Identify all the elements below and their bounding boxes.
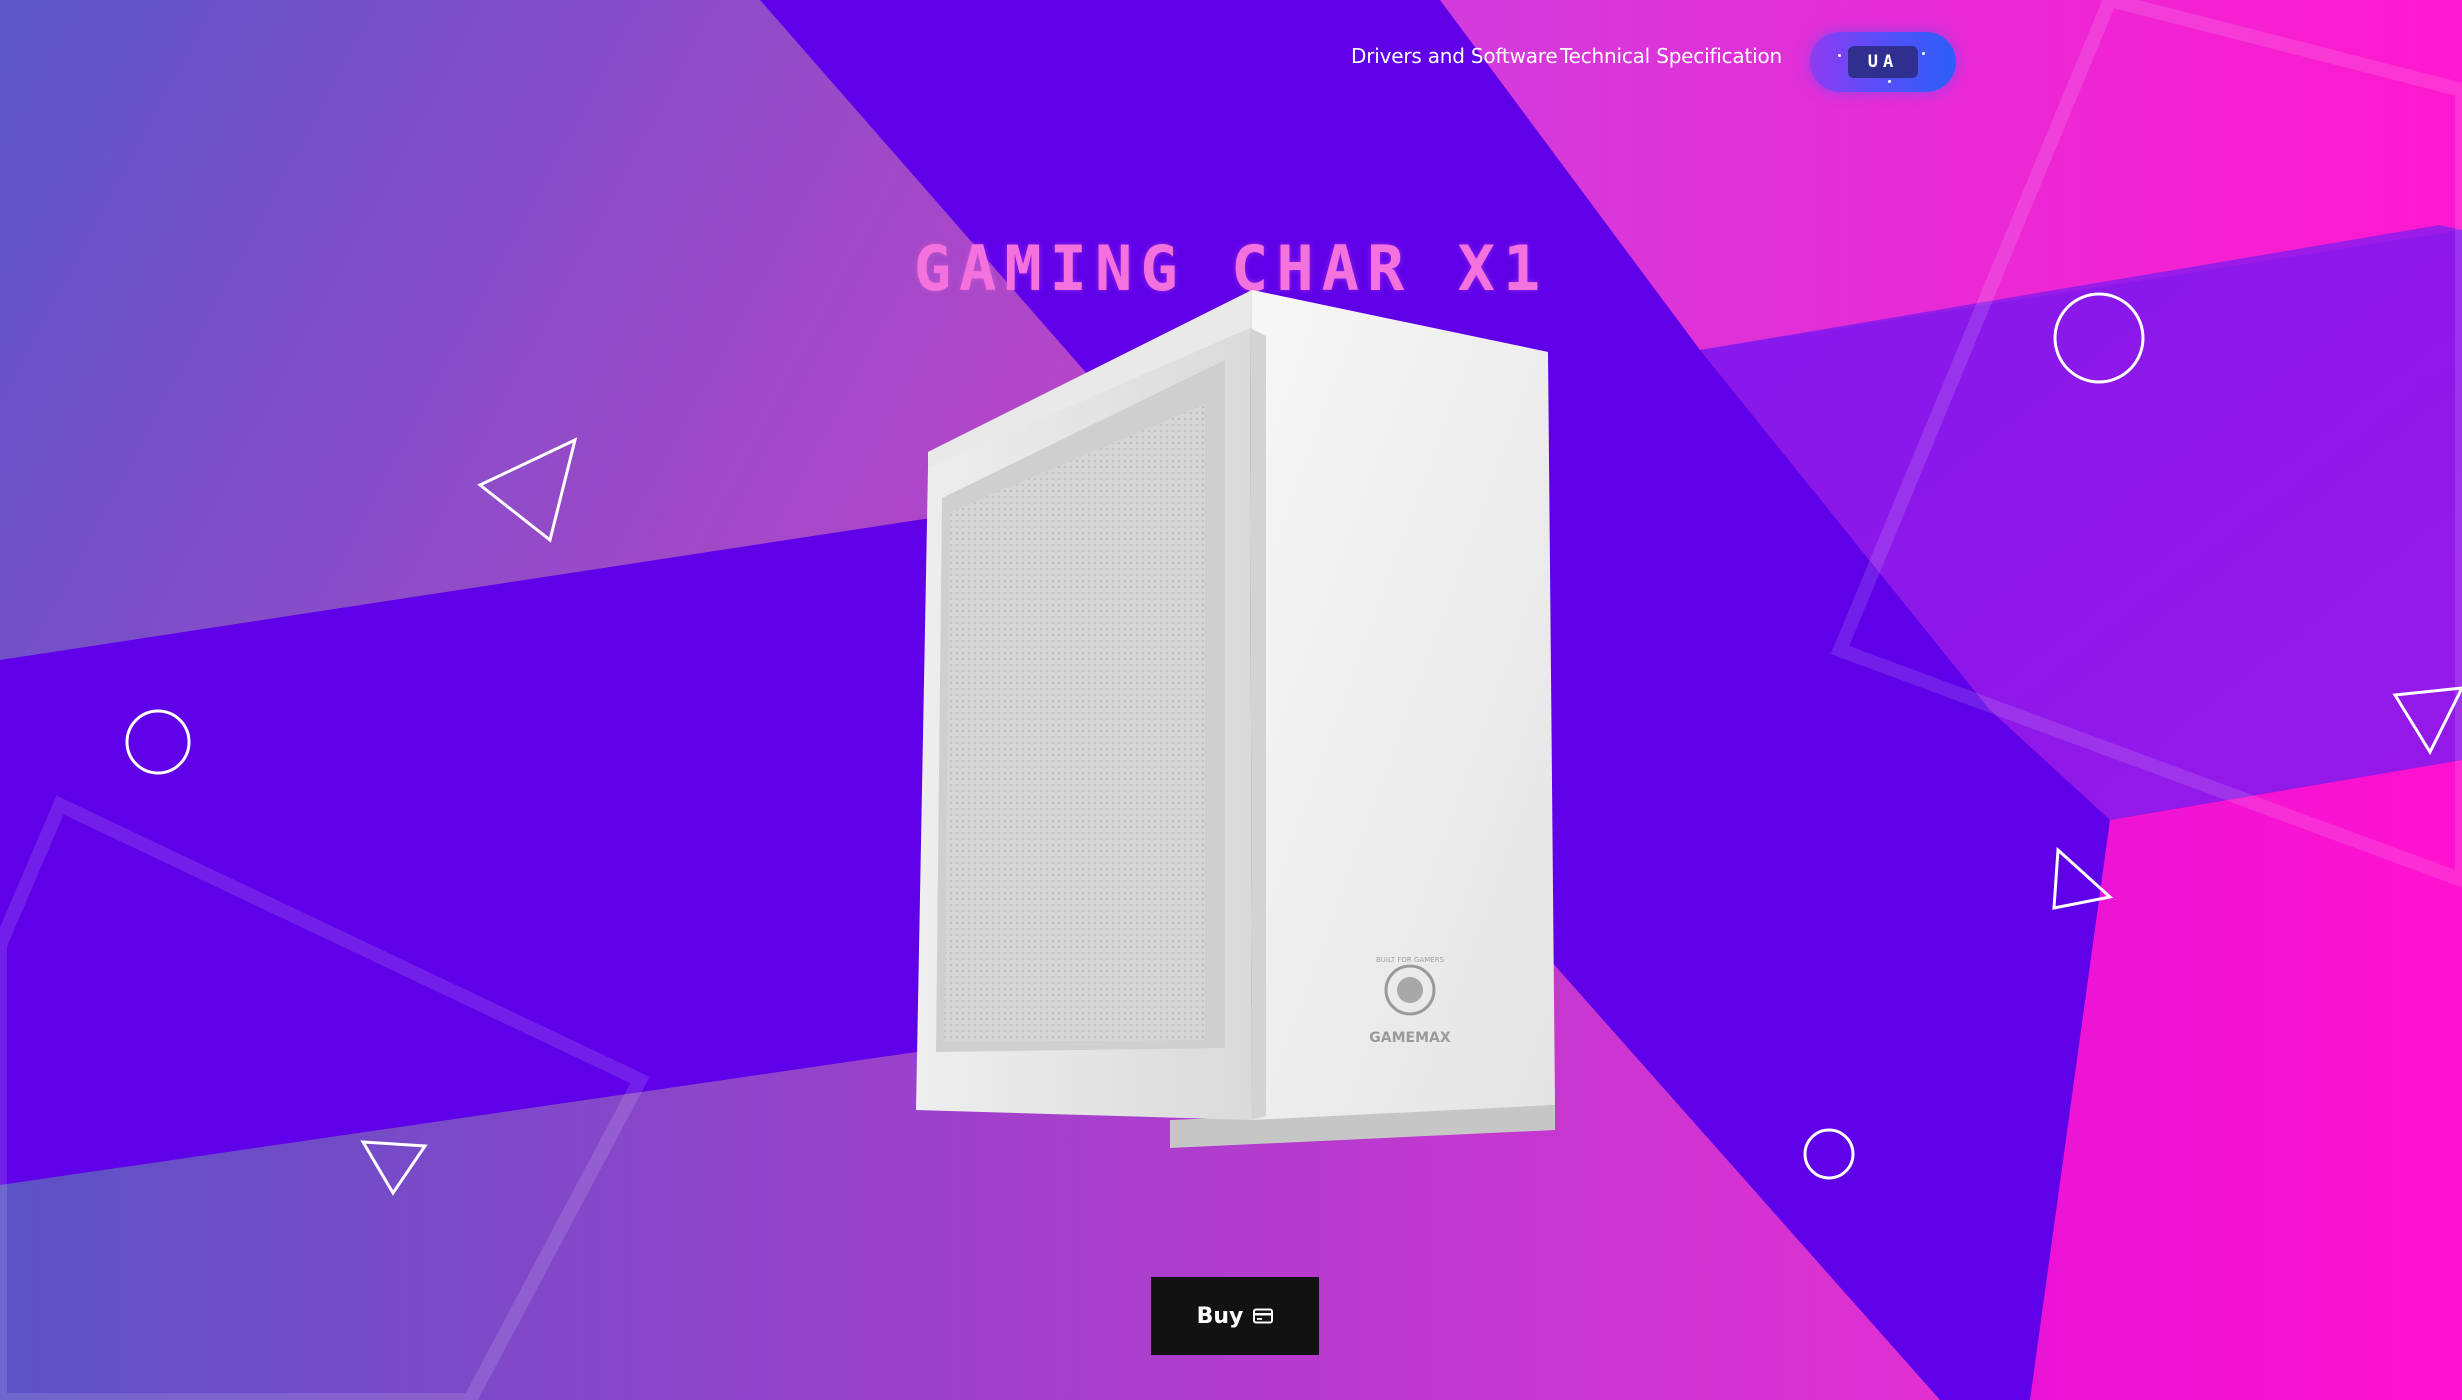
triangle-outline-icon [477, 437, 578, 543]
product-logo-text: GAMEMAX [1369, 1030, 1451, 1046]
buy-button[interactable]: Buy [1151, 1277, 1319, 1355]
top-nav: Drivers and Software Technical Specifica… [0, 40, 2462, 80]
nav-link-drivers-software[interactable]: Drivers and Software [1351, 44, 1558, 68]
landing-page: Drivers and Software Technical Specifica… [0, 0, 2462, 1400]
nav-link-technical-specification[interactable]: Technical Specification [1560, 44, 1782, 68]
language-toggle[interactable]: UA [1810, 32, 1956, 92]
triangle-outline-icon [2392, 686, 2462, 756]
triangle-outline-icon [2052, 846, 2114, 910]
language-label: UA [1848, 46, 1918, 78]
product-image: GAMEMAX BUILT FOR GAMERS [916, 290, 1555, 1148]
sparkle-dot-icon [1888, 80, 1891, 83]
circle-outline-icon [2053, 292, 2145, 384]
product-tagline-text: BUILT FOR GAMERS [1376, 956, 1445, 964]
credit-card-icon [1253, 1308, 1274, 1324]
triangle-outline-icon [360, 1140, 428, 1196]
sparkle-dot-icon [1838, 54, 1841, 57]
circle-outline-icon [125, 709, 191, 775]
circle-outline-icon [1803, 1128, 1855, 1180]
buy-button-label: Buy [1196, 1303, 1244, 1329]
sparkle-dot-icon [1922, 52, 1925, 55]
